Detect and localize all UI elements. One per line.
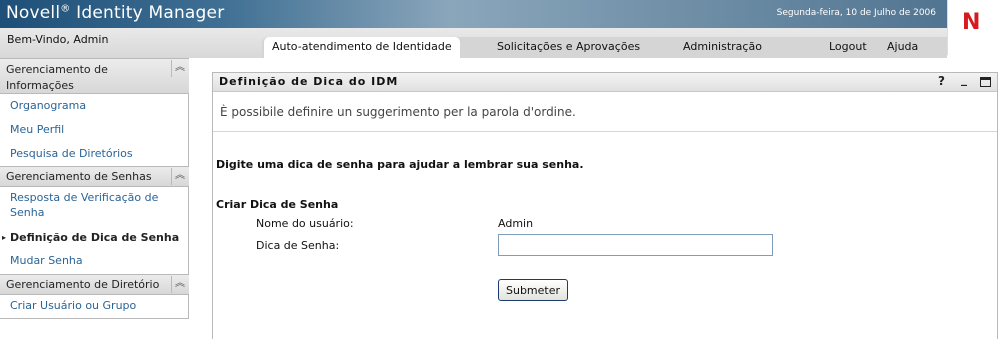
description-bar: È possibile definire un suggerimento per… — [213, 93, 997, 132]
sidebar-item-label: Definição de Dica de Senha — [10, 231, 180, 244]
maximize-icon[interactable] — [980, 77, 991, 87]
sidebar-item-create-user-group[interactable]: Criar Usuário ou Grupo — [10, 298, 136, 313]
collapse-icon[interactable]: ︽ — [171, 168, 188, 185]
welcome-text: Bem-Vindo, Admin — [7, 33, 109, 46]
current-item-icon: ▸ — [2, 233, 7, 242]
novell-n-icon: N — [962, 10, 981, 35]
tab-requests-approvals[interactable]: Solicitações e Aprovações — [497, 40, 640, 53]
section-header-password-management: Gerenciamento de Senhas ︽ — [0, 166, 189, 187]
portlet-description: È possibile definire un suggerimento per… — [220, 105, 576, 119]
tab-administration[interactable]: Administração — [683, 40, 762, 53]
top-banner: Novell® Identity Manager Segunda-feira, … — [0, 0, 1000, 28]
tab-self-service[interactable]: Auto-atendimento de Identidade — [264, 37, 460, 58]
help-link[interactable]: Ajuda — [887, 40, 918, 53]
header-strip: Bem-Vindo, Admin Auto-atendimento de Ide… — [0, 28, 947, 58]
sidebar-item-password-hint[interactable]: ▸ Definição de Dica de Senha — [2, 230, 180, 245]
portlet-title: Definição de Dica do IDM — [219, 75, 399, 88]
section-title: Gerenciamento de Senhas — [6, 170, 152, 183]
current-date: Segunda-feira, 10 de Julho de 2006 — [776, 8, 936, 18]
novell-logo: N — [947, 0, 1000, 55]
form-section-title: Criar Dica de Senha — [216, 198, 339, 211]
section-header-info-management: Gerenciamento de Informações ︽ — [0, 58, 189, 94]
section-title: Gerenciamento de Informações — [6, 63, 108, 92]
help-icon[interactable]: ? — [938, 74, 945, 88]
password-hint-input[interactable] — [498, 234, 773, 256]
submit-button[interactable]: Submeter — [498, 279, 568, 301]
username-label: Nome do usuário: — [256, 217, 354, 230]
collapse-icon[interactable]: ︽ — [171, 60, 188, 77]
sidebar-item-change-password[interactable]: Mudar Senha — [10, 253, 83, 268]
logout-link[interactable]: Logout — [829, 40, 867, 53]
sidebar-item-directory-search[interactable]: Pesquisa de Diretórios — [10, 146, 133, 161]
form-instruction: Digite uma dica de senha para ajudar a l… — [216, 158, 584, 171]
username-value: Admin — [498, 217, 534, 230]
sidebar-item-my-profile[interactable]: Meu Perfil — [10, 122, 64, 137]
minimize-icon[interactable]: _ — [961, 72, 967, 86]
sidebar-item-org-chart[interactable]: Organograma — [10, 98, 86, 113]
section-title: Gerenciamento de Diretório — [6, 278, 160, 291]
app-title: Novell® Identity Manager — [6, 3, 225, 23]
section-header-directory-management: Gerenciamento de Diretório ︽ — [0, 274, 189, 295]
sidebar-item-challenge-response[interactable]: Resposta de Verificação de Senha — [10, 190, 180, 220]
sidebar: Gerenciamento de Informações ︽ Organogra… — [0, 58, 189, 319]
collapse-icon[interactable]: ︽ — [171, 276, 188, 293]
password-hint-label: Dica de Senha: — [256, 239, 340, 252]
portlet-header: Definição de Dica do IDM ? _ — [213, 72, 997, 92]
